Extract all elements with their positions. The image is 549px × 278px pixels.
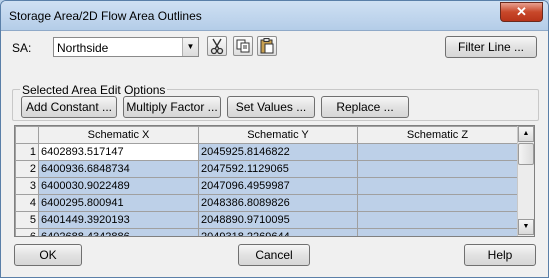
cell-z[interactable] — [357, 228, 518, 236]
cell-z[interactable] — [357, 143, 518, 161]
copy-button[interactable] — [233, 36, 253, 56]
ok-button[interactable]: OK — [14, 244, 82, 266]
column-header-y[interactable]: Schematic Y — [198, 126, 358, 144]
chevron-down-icon[interactable]: ▼ — [182, 38, 198, 56]
storage-area-select[interactable]: Northside ▼ — [53, 37, 199, 57]
edit-options-label: Selected Area Edit Options — [20, 83, 168, 97]
window-title: Storage Area/2D Flow Area Outlines — [9, 9, 202, 23]
cell-z[interactable] — [357, 160, 518, 178]
row-number[interactable]: 2 — [15, 160, 39, 178]
cell-x[interactable]: 6400936.6848734 — [38, 160, 199, 178]
cell-z[interactable] — [357, 194, 518, 212]
dialog-body: SA: Northside ▼ Filter Line ... Selected… — [1, 31, 548, 277]
help-button[interactable]: Help — [464, 244, 536, 266]
cell-x[interactable]: 6401449.3920193 — [38, 211, 199, 229]
cell-y[interactable]: 2047096.4959987 — [198, 177, 358, 195]
row-number[interactable]: 6 — [15, 228, 39, 236]
row-number[interactable]: 5 — [15, 211, 39, 229]
row-number[interactable]: 4 — [15, 194, 39, 212]
scroll-thumb[interactable] — [518, 143, 534, 165]
cell-y[interactable]: 2048386.8089826 — [198, 194, 358, 212]
cell-x[interactable]: 6402893.517147 — [38, 143, 199, 161]
set-values-button[interactable]: Set Values ... — [227, 96, 315, 118]
cell-z[interactable] — [357, 177, 518, 195]
column-header-x[interactable]: Schematic X — [38, 126, 199, 144]
scroll-down-button[interactable]: ▼ — [518, 219, 534, 235]
filter-line-button[interactable]: Filter Line ... — [445, 36, 537, 58]
scissors-icon — [210, 38, 224, 55]
cancel-button[interactable]: Cancel — [238, 244, 310, 266]
cell-y[interactable]: 2048890.9710095 — [198, 211, 358, 229]
table-row: 5 6401449.3920193 2048890.9710095 — [15, 211, 518, 229]
cell-y[interactable]: 2045925.8146822 — [198, 143, 358, 161]
row-number[interactable]: 1 — [15, 143, 39, 161]
row-number[interactable]: 3 — [15, 177, 39, 195]
paste-icon — [260, 38, 274, 54]
dialog-window: Storage Area/2D Flow Area Outlines ✕ SA:… — [0, 0, 549, 278]
sa-label: SA: — [12, 41, 32, 55]
table-row: 2 6400936.6848734 2047592.1129065 — [15, 160, 518, 178]
cut-button[interactable] — [207, 36, 227, 56]
copy-icon — [236, 39, 250, 53]
coordinates-grid[interactable]: Schematic X Schematic Y Schematic Z 1 64… — [14, 125, 535, 237]
cell-x[interactable]: 6402688.4342886 — [38, 228, 199, 236]
vertical-scrollbar[interactable]: ▲ ▼ — [517, 126, 534, 236]
coordinates-table: Schematic X Schematic Y Schematic Z 1 64… — [15, 126, 518, 236]
row-number-header — [15, 126, 39, 144]
table-row: 3 6400030.9022489 2047096.4959987 — [15, 177, 518, 195]
replace-button[interactable]: Replace ... — [321, 96, 409, 118]
cell-x[interactable]: 6400295.800941 — [38, 194, 199, 212]
cell-y[interactable]: 2049318.2269644 — [198, 228, 358, 236]
title-bar[interactable]: Storage Area/2D Flow Area Outlines ✕ — [1, 1, 548, 31]
scroll-up-button[interactable]: ▲ — [518, 126, 534, 142]
column-header-z[interactable]: Schematic Z — [357, 126, 518, 144]
cell-y[interactable]: 2047592.1129065 — [198, 160, 358, 178]
close-button[interactable]: ✕ — [500, 2, 543, 22]
table-row: 4 6400295.800941 2048386.8089826 — [15, 194, 518, 212]
table-row: 6 6402688.4342886 2049318.2269644 — [15, 228, 518, 236]
header-row: Schematic X Schematic Y Schematic Z — [15, 126, 518, 144]
cell-z[interactable] — [357, 211, 518, 229]
cell-x[interactable]: 6400030.9022489 — [38, 177, 199, 195]
paste-button[interactable] — [257, 36, 277, 56]
multiply-factor-button[interactable]: Multiply Factor ... — [123, 96, 221, 118]
table-row: 1 6402893.517147 2045925.8146822 — [15, 143, 518, 161]
add-constant-button[interactable]: Add Constant ... — [21, 96, 117, 118]
storage-area-value: Northside — [57, 41, 109, 55]
